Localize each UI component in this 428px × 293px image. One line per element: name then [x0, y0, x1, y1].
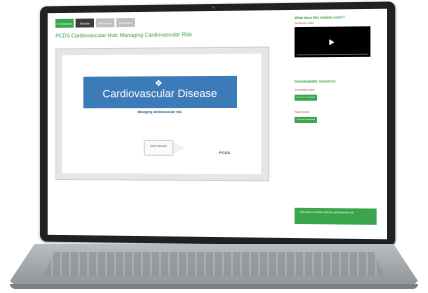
sidebar: What does this module cover? Introductor… — [294, 15, 381, 233]
play-icon[interactable] — [329, 39, 334, 45]
laptop-mockup: Introduction Module Resources Feedback P… — [0, 0, 428, 293]
slide-subtitle: Managing cardiovascular risk — [137, 110, 182, 115]
download-guide2-button[interactable]: Click here to download — [294, 117, 317, 124]
keyboard — [44, 252, 384, 276]
guide1-label: Consultation guide — [294, 89, 315, 93]
laptop-lid: Introduction Module Resources Feedback P… — [40, 1, 396, 247]
sidebar-title: What does this module cover? — [294, 15, 345, 21]
tab-resources[interactable]: Resources — [95, 18, 115, 28]
intro-video-label: Introductory video — [294, 22, 314, 26]
page-title: PCDS Cardiovascular Hub: Managing Cardio… — [55, 32, 193, 40]
slide-title: Cardiovascular Disease — [102, 87, 218, 101]
pcds-logo: PCDS — [218, 150, 231, 156]
tab-introduction[interactable]: Introduction — [55, 18, 74, 28]
tab-feedback[interactable]: Feedback — [116, 17, 135, 28]
continue-hub-button[interactable]: Click here to continue with the cardiova… — [294, 207, 377, 225]
module-tabs: Introduction Module Resources Feedback — [55, 16, 284, 28]
module-footnote — [55, 192, 284, 194]
intro-video-player[interactable] — [294, 26, 371, 58]
heart-icon: ❖ — [154, 78, 163, 89]
main-content: Introduction Module Resources Feedback P… — [55, 16, 284, 232]
downloads-title: Downloadable resources — [294, 79, 336, 85]
module-player[interactable]: ❖ Cardiovascular Disease Managing cardio… — [55, 46, 270, 182]
laptop-front-edge — [10, 284, 418, 289]
download-guide1-button[interactable]: Click here to download — [294, 95, 317, 102]
slide-banner: ❖ Cardiovascular Disease — [83, 75, 238, 109]
camera-icon — [212, 5, 215, 10]
guide2-label: Patient leaflet — [294, 111, 310, 115]
arrow-right-icon — [173, 142, 185, 154]
start-module-button[interactable]: Start Module — [143, 139, 174, 156]
module-slide: ❖ Cardiovascular Disease Managing cardio… — [62, 53, 262, 175]
screen: Introduction Module Resources Feedback P… — [47, 8, 388, 240]
tab-module[interactable]: Module — [75, 18, 94, 28]
video-progress-bar[interactable] — [296, 54, 369, 56]
